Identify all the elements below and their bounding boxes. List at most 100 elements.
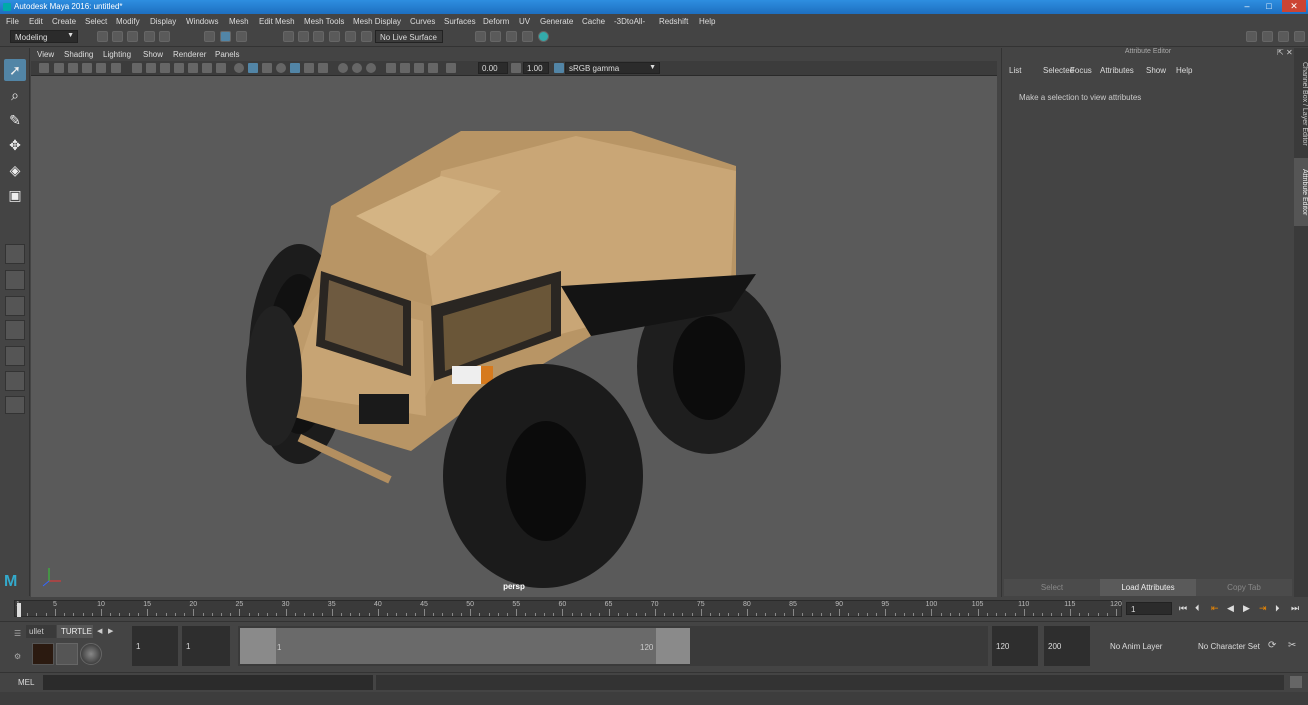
menu-mesh[interactable]: Mesh xyxy=(229,17,249,26)
move-tool-icon[interactable]: ✥ xyxy=(4,134,26,156)
shelf-tab-next-icon[interactable]: ▶ xyxy=(108,627,113,635)
wireframe-icon[interactable] xyxy=(234,63,244,73)
go-to-start-icon[interactable]: ⏮ xyxy=(1179,603,1187,614)
use-all-lights-icon[interactable] xyxy=(290,63,300,73)
panel-menu-shading[interactable]: Shading xyxy=(64,50,93,59)
open-scene-icon[interactable] xyxy=(112,31,123,42)
tab-attribute-editor[interactable]: Attribute Editor xyxy=(1294,158,1308,226)
isolate-select-icon[interactable] xyxy=(386,63,396,73)
safe-title-icon[interactable] xyxy=(216,63,226,73)
close-icon[interactable]: ✕ xyxy=(1286,48,1293,57)
tool-settings-icon[interactable] xyxy=(1278,31,1289,42)
render-frame-icon[interactable] xyxy=(490,31,501,42)
render-settings-icon[interactable] xyxy=(475,31,486,42)
live-surface-field[interactable]: No Live Surface xyxy=(375,30,443,43)
menu-windows[interactable]: Windows xyxy=(186,17,218,26)
redo-icon[interactable] xyxy=(159,31,170,42)
step-forward-frame-icon[interactable]: ⏵ xyxy=(1275,603,1280,614)
shadows-icon[interactable] xyxy=(304,63,314,73)
camera-attributes-icon[interactable] xyxy=(54,63,64,73)
side-by-side-layout-icon[interactable] xyxy=(5,296,25,316)
scale-tool-icon[interactable]: ▣ xyxy=(4,184,26,206)
hypershade-icon[interactable] xyxy=(538,31,549,42)
ipr-render-icon[interactable] xyxy=(506,31,517,42)
xray-components-icon[interactable] xyxy=(428,63,438,73)
channel-box-toggle-icon[interactable] xyxy=(1294,31,1305,42)
outliner-layout-icon[interactable] xyxy=(5,320,25,340)
select-hierarchy-icon[interactable] xyxy=(204,31,215,42)
modeling-toolkit-icon[interactable] xyxy=(1246,31,1257,42)
snap-grid-icon[interactable] xyxy=(283,31,294,42)
shelf-settings-icon[interactable]: ⚙ xyxy=(14,652,21,661)
menu-edit-mesh[interactable]: Edit Mesh xyxy=(259,17,295,26)
xray-joints-icon[interactable] xyxy=(414,63,424,73)
panel-menu-renderer[interactable]: Renderer xyxy=(173,50,206,59)
shelf-tab-turtle[interactable]: TURTLE xyxy=(57,625,93,638)
menu-generate[interactable]: Generate xyxy=(540,17,573,26)
graph-editor-layout-icon[interactable] xyxy=(5,346,25,366)
menu-modify[interactable]: Modify xyxy=(116,17,140,26)
xray-icon[interactable] xyxy=(400,63,410,73)
play-forwards-icon[interactable]: ▶ xyxy=(1243,603,1250,614)
menu-surfaces[interactable]: Surfaces xyxy=(444,17,476,26)
step-back-key-icon[interactable]: ⇤ xyxy=(1211,603,1219,614)
select-tool-icon[interactable]: ➚ xyxy=(4,59,26,81)
go-to-end-icon[interactable]: ⏭ xyxy=(1291,603,1299,614)
paint-select-tool-icon[interactable]: ✎ xyxy=(4,109,26,131)
menu-redshift[interactable]: Redshift xyxy=(659,17,688,26)
step-back-frame-icon[interactable]: ⏴ xyxy=(1195,603,1200,614)
bookmark-icon[interactable] xyxy=(68,63,78,73)
shelf-sphere-icon[interactable] xyxy=(80,643,102,665)
play-backwards-icon[interactable]: ◀ xyxy=(1227,603,1234,614)
screen-space-ao-icon[interactable] xyxy=(318,63,328,73)
shelf-render-icon[interactable] xyxy=(32,643,54,665)
script-editor-icon[interactable] xyxy=(1290,676,1302,688)
panel-menu-lighting[interactable]: Lighting xyxy=(103,50,131,59)
perspective-viewport[interactable]: persp xyxy=(31,76,997,597)
tab-channel-box[interactable]: Channel Box / Layer Editor xyxy=(1294,54,1308,154)
ae-select-button[interactable]: Select xyxy=(1004,579,1100,596)
menu-file[interactable]: File xyxy=(6,17,19,26)
new-scene-icon[interactable] xyxy=(97,31,108,42)
timeline-ruler[interactable]: 1510152025303540455055606570758085909510… xyxy=(14,600,1122,617)
snap-point-icon[interactable] xyxy=(313,31,324,42)
select-object-icon[interactable] xyxy=(220,31,231,42)
lasso-tool-icon[interactable]: ⌕ xyxy=(4,84,26,106)
menu-curves[interactable]: Curves xyxy=(410,17,435,26)
auto-key-icon[interactable]: ⟳ xyxy=(1268,640,1276,651)
panel-menu-show[interactable]: Show xyxy=(143,50,163,59)
custom-layout-icon[interactable] xyxy=(5,396,25,414)
hypershade-layout-icon[interactable] xyxy=(5,371,25,391)
mel-label[interactable]: MEL xyxy=(18,678,34,687)
menu-uv[interactable]: UV xyxy=(519,17,530,26)
make-live-icon[interactable] xyxy=(361,31,372,42)
gamma-field[interactable]: 1.00 xyxy=(523,62,549,74)
image-plane-icon[interactable] xyxy=(82,63,92,73)
shelf-tab-prev-icon[interactable]: ◀ xyxy=(97,627,102,635)
2d-pan-zoom-icon[interactable] xyxy=(96,63,106,73)
minimize-button[interactable]: – xyxy=(1236,0,1258,12)
ae-menu-focus[interactable]: Focus xyxy=(1070,66,1092,75)
load-attributes-button[interactable]: Load Attributes xyxy=(1100,579,1196,596)
range-start-handle[interactable] xyxy=(240,628,276,664)
grid-icon[interactable] xyxy=(132,63,142,73)
menu-3dtoall[interactable]: -3DtoAll- xyxy=(614,17,645,26)
four-view-layout-icon[interactable] xyxy=(5,270,25,290)
shelf-tab-bullet[interactable]: ullet xyxy=(26,625,56,638)
step-forward-key-icon[interactable]: ⇥ xyxy=(1259,603,1267,614)
exposure-field[interactable]: 0.00 xyxy=(478,62,508,74)
color-management-icon[interactable] xyxy=(554,63,564,73)
snap-surface-icon[interactable] xyxy=(345,31,356,42)
save-scene-icon[interactable] xyxy=(127,31,138,42)
menu-cache[interactable]: Cache xyxy=(582,17,605,26)
grease-pencil-icon[interactable] xyxy=(111,63,121,73)
mel-input[interactable] xyxy=(43,675,373,690)
color-space-dropdown[interactable]: sRGB gamma ▼ xyxy=(565,62,660,74)
depth-of-field-icon[interactable] xyxy=(366,63,376,73)
smooth-shade-icon[interactable] xyxy=(248,63,258,73)
snap-view-plane-icon[interactable] xyxy=(329,31,340,42)
menu-mesh-tools[interactable]: Mesh Tools xyxy=(304,17,344,26)
menu-mesh-display[interactable]: Mesh Display xyxy=(353,17,401,26)
float-panel-icon[interactable]: ⇱ xyxy=(1277,48,1284,57)
ae-menu-attributes[interactable]: Attributes xyxy=(1100,66,1134,75)
